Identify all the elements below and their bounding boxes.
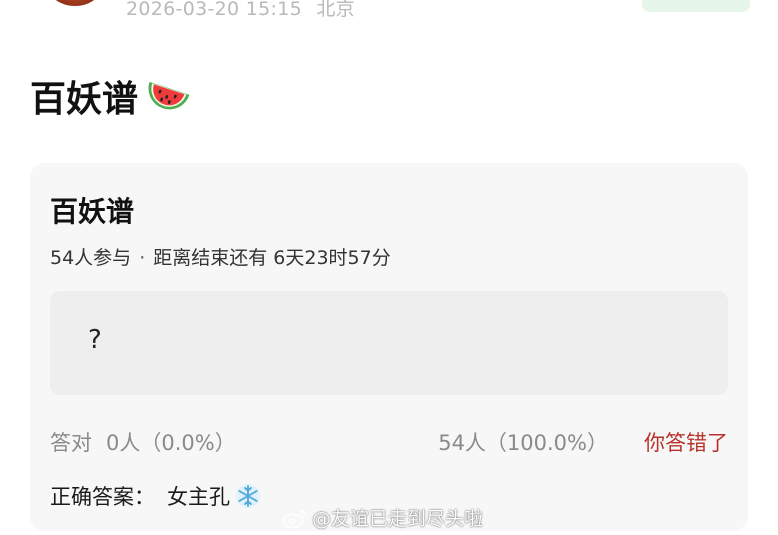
correct-label: 答对 <box>50 431 92 455</box>
post-meta: 2026-03-20 15:15 北京 <box>126 0 355 21</box>
watermark-text: @友谊已走到尽头啦 <box>312 508 484 530</box>
correct-count: 0人（0.0%） <box>106 431 236 455</box>
follow-button[interactable] <box>642 0 750 12</box>
poll-option-text: ? <box>88 325 102 355</box>
snowflake-icon <box>236 484 260 508</box>
post-timestamp: 2026-03-20 15:15 <box>126 0 303 20</box>
result-verdict: 你答错了 <box>644 431 728 455</box>
post-title: 百妖谱 <box>30 79 139 120</box>
answer-label: 正确答案： <box>50 485 155 509</box>
page: 2026-03-20 15:15 北京 百妖谱 百妖谱 54人参与 · 距离结束还有… <box>0 0 778 535</box>
weibo-icon <box>282 509 307 528</box>
poll-option[interactable]: ? <box>50 291 728 395</box>
poll-countdown: 距离结束还有 6天23时57分 <box>153 247 391 269</box>
avatar[interactable] <box>50 0 100 6</box>
poll-card: 百妖谱 54人参与 · 距离结束还有 6天23时57分 ? 答对 0人（0.0%） 5… <box>30 163 748 531</box>
answer-value: 女主孔 <box>167 485 230 509</box>
watermelon-icon <box>148 81 190 110</box>
post-location: 北京 <box>316 0 355 20</box>
meta-separator: · <box>139 247 146 269</box>
correct-answer-row: 正确答案： 女主孔 <box>50 481 262 511</box>
post-title-row: 百妖谱 <box>30 70 192 122</box>
poll-title: 百妖谱 <box>50 195 135 228</box>
watermark: @友谊已走到尽头啦 <box>282 504 483 531</box>
correct-stat: 答对 0人（0.0%） <box>50 427 236 457</box>
poll-participants: 54人参与 <box>50 247 132 269</box>
poll-meta: 54人参与 · 距离结束还有 6天23时57分 <box>50 243 391 270</box>
wrong-count: 54人（100.0%） <box>438 431 608 455</box>
